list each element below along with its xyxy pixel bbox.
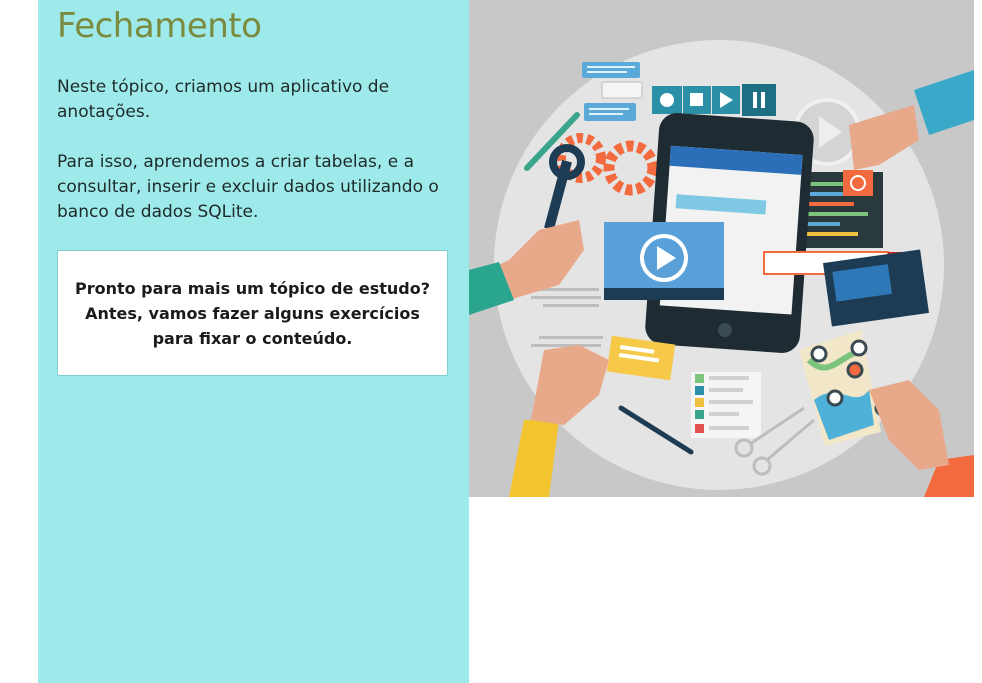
callout-line: para fixar o conteúdo. — [152, 328, 353, 348]
page-title: Fechamento — [57, 6, 262, 46]
callout-line: Pronto para mais um tópico de estudo? — [74, 278, 431, 298]
callout-line: Antes, vamos fazer alguns exercícios — [85, 303, 420, 323]
media-controls-icon — [652, 84, 776, 116]
callout-box: Pronto para mais um tópico de estudo? An… — [57, 250, 448, 376]
intro-paragraph: Neste tópico, criamos um aplicativo de a… — [57, 77, 390, 122]
illustration-image — [469, 0, 974, 497]
left-content-panel: Fechamento Neste tópico, criamos um apli… — [38, 0, 469, 683]
illustration-svg — [469, 0, 974, 497]
callout-text: Pronto para mais um tópico de estudo? An… — [73, 276, 433, 351]
summary-paragraph: Para isso, aprendemos a criar tabelas, e… — [57, 152, 439, 222]
play-video-icon — [604, 222, 724, 300]
